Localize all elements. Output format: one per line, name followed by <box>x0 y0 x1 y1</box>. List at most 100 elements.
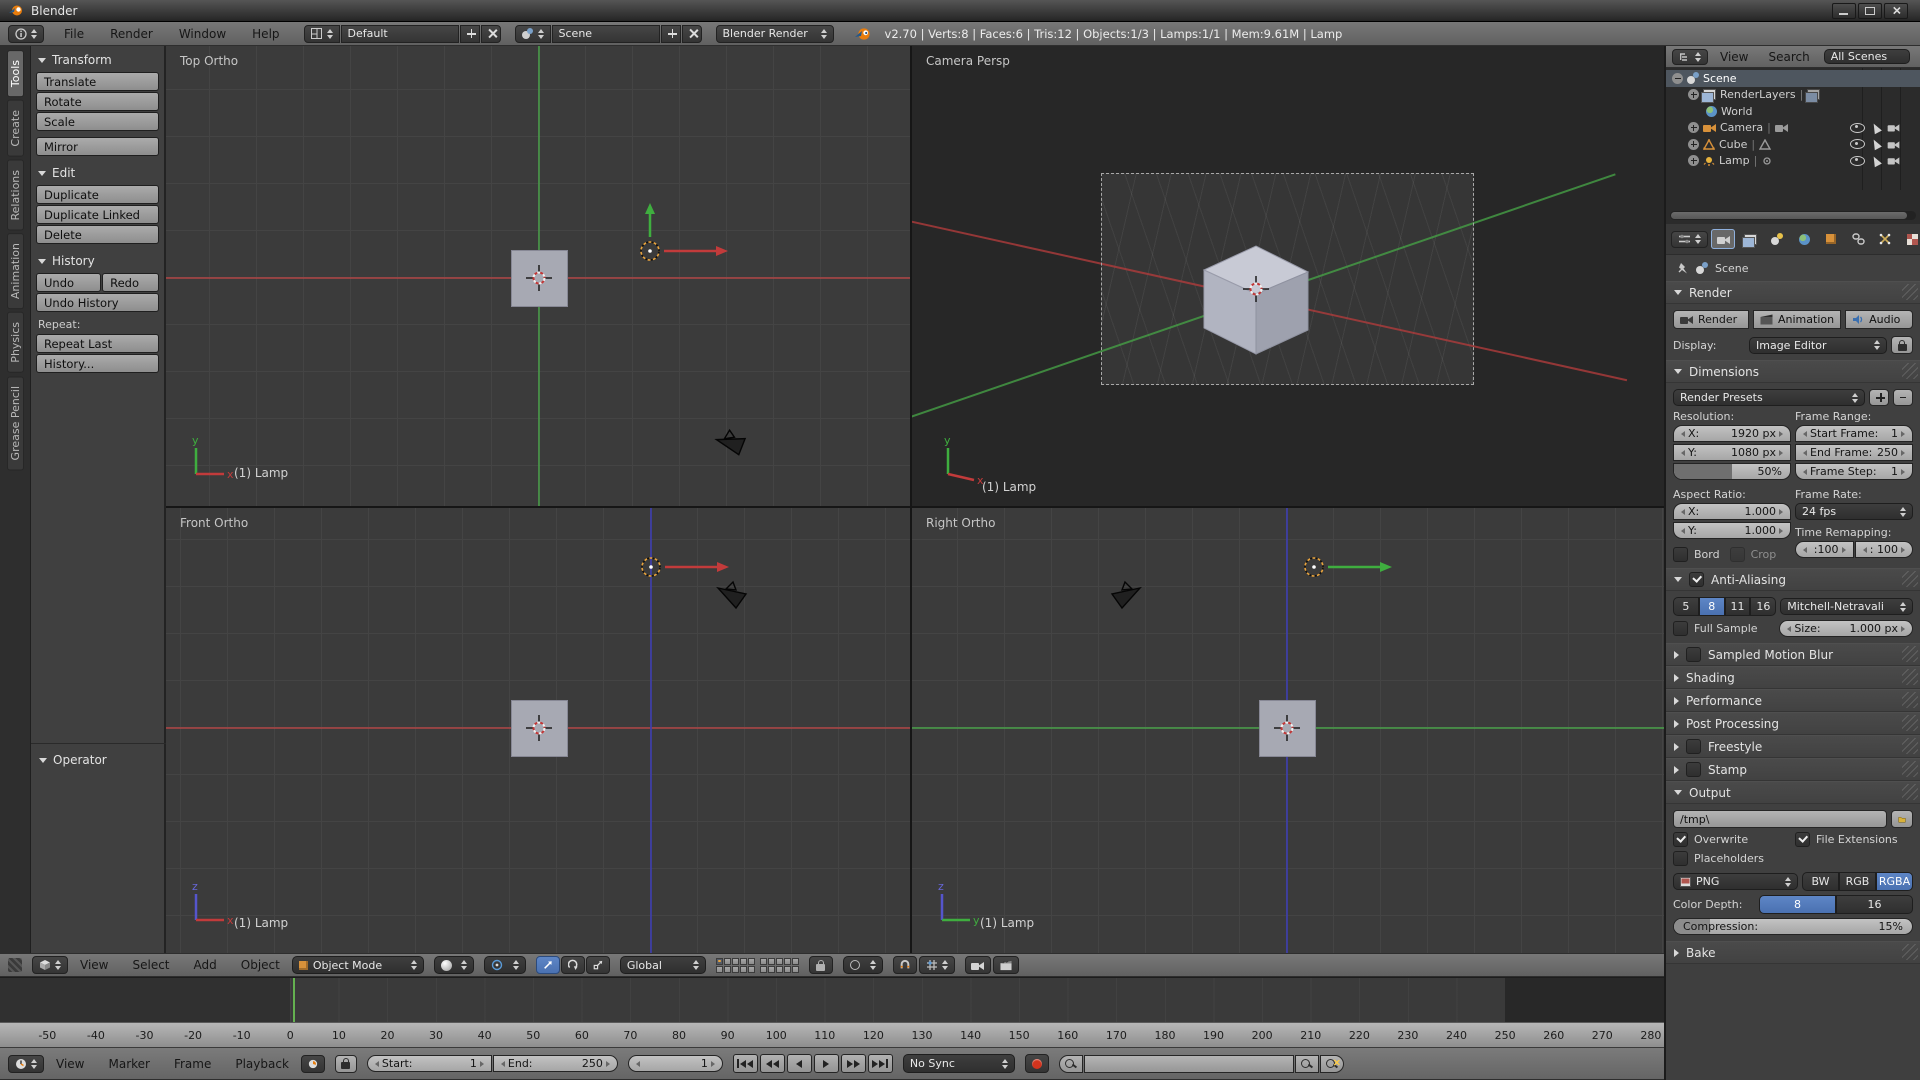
bake-panel-header[interactable]: Bake <box>1666 941 1920 964</box>
tab-object-data[interactable] <box>1873 229 1897 249</box>
dimensions-panel-header[interactable]: Dimensions <box>1666 360 1920 383</box>
preview-range-button[interactable] <box>301 1055 325 1073</box>
outliner-row-renderlayers[interactable]: RenderLayers| <box>1666 87 1920 104</box>
frame-step-field[interactable]: Frame Step:1 <box>1795 463 1913 480</box>
menu-item[interactable]: Search <box>1766 50 1811 64</box>
resolution-x-field[interactable]: X:1920 px <box>1673 425 1791 442</box>
screen-layout-name[interactable]: Default <box>341 25 459 43</box>
camera-object[interactable] <box>714 580 750 612</box>
shading-panel-header[interactable]: Shading <box>1666 666 1920 689</box>
layers-widget[interactable] <box>716 958 799 973</box>
manipulator-rotate-button[interactable] <box>561 956 585 974</box>
expand-icon[interactable] <box>1688 139 1699 150</box>
full-sample-checkbox[interactable] <box>1673 621 1688 636</box>
render-presets-selector[interactable]: Render Presets <box>1673 389 1865 406</box>
insert-keyframe-button[interactable] <box>1295 1055 1319 1073</box>
camera-object[interactable] <box>1108 580 1144 612</box>
outliner-row-lamp[interactable]: Lamp| <box>1666 153 1920 170</box>
antialiasing-panel-header[interactable]: Anti-Aliasing <box>1666 568 1920 591</box>
selectability-toggle[interactable] <box>1870 154 1882 167</box>
output-path-field[interactable]: /tmp\ <box>1673 810 1887 828</box>
camera-object[interactable] <box>711 424 754 464</box>
aspect-y-field[interactable]: Y:1.000 <box>1673 522 1791 539</box>
opengl-render-button[interactable] <box>965 956 991 974</box>
pin-icon[interactable] <box>1676 262 1689 275</box>
tab-animation[interactable]: Animation <box>7 233 24 309</box>
tab-scene[interactable] <box>1765 229 1789 249</box>
snap-element-selector[interactable] <box>919 956 955 974</box>
menu-item[interactable]: Object <box>239 958 282 972</box>
tab-render[interactable] <box>1711 229 1735 249</box>
undo-button[interactable]: Undo <box>36 273 101 292</box>
aa-samples-5[interactable]: 5 <box>1673 597 1699 616</box>
outliner-row-cube[interactable]: Cube| <box>1666 136 1920 153</box>
file-format-selector[interactable]: PNG <box>1673 873 1798 890</box>
stamp-panel-header[interactable]: Stamp <box>1666 758 1920 781</box>
menu-item[interactable]: Playback <box>233 1057 291 1071</box>
delete-keyframe-button[interactable] <box>1320 1055 1344 1073</box>
start-frame-field[interactable]: Start Frame:1 <box>1795 425 1913 442</box>
jump-to-end-button[interactable] <box>868 1054 893 1073</box>
history-button[interactable]: History... <box>36 354 159 373</box>
menu-item[interactable]: Add <box>192 958 219 972</box>
display-mode-selector[interactable]: Image Editor <box>1749 337 1887 354</box>
current-frame-field[interactable]: 1 <box>628 1055 723 1072</box>
tab-create[interactable]: Create <box>7 100 24 157</box>
scene-name[interactable]: Scene <box>552 25 660 43</box>
outliner-scrollbar[interactable] <box>1670 211 1916 220</box>
viewport-right-ortho[interactable]: z y (1) Lamp Right Ortho <box>912 508 1664 953</box>
render-audio-button[interactable]: Audio <box>1845 310 1913 329</box>
render-panel-header[interactable]: Render <box>1666 281 1920 304</box>
snap-toggle-button[interactable] <box>893 956 917 974</box>
redo-button[interactable]: Redo <box>102 273 159 292</box>
menu-item[interactable]: Window <box>177 27 228 41</box>
aa-size-field[interactable]: Size:1.000 px <box>1779 620 1913 637</box>
render-button[interactable]: Render <box>1673 310 1749 329</box>
mode-selector[interactable]: Object Mode <box>292 956 424 974</box>
timeline-playhead[interactable] <box>293 978 295 1023</box>
editor-type-selector-timeline[interactable] <box>8 1055 44 1073</box>
placeholders-checkbox[interactable] <box>1673 851 1688 866</box>
channels-rgba-button[interactable]: RGBA <box>1876 872 1913 891</box>
menu-item[interactable]: View <box>1718 50 1750 64</box>
transform-orientation-selector[interactable]: Global <box>620 956 706 974</box>
menu-item[interactable]: View <box>78 958 110 972</box>
timeline-band[interactable] <box>0 977 1664 1023</box>
performance-panel-header[interactable]: Performance <box>1666 689 1920 712</box>
end-frame-field[interactable]: End Frame:250 <box>1795 444 1913 461</box>
auto-keyframe-button[interactable] <box>1025 1054 1049 1073</box>
aa-filter-selector[interactable]: Mitchell-Netravali <box>1780 598 1913 615</box>
tab-texture[interactable] <box>1900 229 1920 249</box>
renderability-toggle[interactable] <box>1888 124 1900 132</box>
keying-set-icon-button[interactable] <box>1059 1055 1083 1073</box>
aa-samples-16[interactable]: 16 <box>1750 597 1776 616</box>
keying-set-field[interactable] <box>1084 1055 1294 1073</box>
render-animation-button[interactable]: Animation <box>1753 310 1841 329</box>
editor-type-selector-outliner[interactable] <box>1672 49 1708 65</box>
transform-panel-header[interactable]: Transform <box>38 53 157 67</box>
tab-grease-pencil[interactable]: Grease Pencil <box>7 376 24 470</box>
editor-type-selector-info[interactable] <box>8 25 44 43</box>
play-button[interactable] <box>814 1054 839 1073</box>
play-reverse-button[interactable] <box>787 1054 812 1073</box>
viewport-front-ortho[interactable]: z x (1) Lamp Front Ortho <box>166 508 910 953</box>
viewport-shading-selector[interactable] <box>434 956 474 974</box>
tab-constraints[interactable] <box>1846 229 1870 249</box>
viewport-camera-persp[interactable]: y x (1) Lamp Camera Persp <box>912 46 1664 506</box>
depth-16-button[interactable]: 16 <box>1836 895 1913 914</box>
lock-to-scene-button[interactable] <box>809 956 833 974</box>
tab-tools[interactable]: Tools <box>7 50 24 97</box>
compression-slider[interactable]: Compression: 15% <box>1673 918 1913 935</box>
menu-item[interactable]: File <box>62 27 86 41</box>
preset-remove-button[interactable] <box>1893 389 1913 406</box>
outliner-row-camera[interactable]: Camera| <box>1666 120 1920 137</box>
tab-physics[interactable]: Physics <box>7 312 24 373</box>
outliner-display-filter[interactable]: All Scenes <box>1824 49 1910 64</box>
next-keyframe-button[interactable] <box>841 1054 866 1073</box>
minimize-button[interactable] <box>1832 3 1856 19</box>
history-panel-header[interactable]: History <box>38 254 157 268</box>
expand-icon[interactable] <box>1688 122 1699 133</box>
undo-history-button[interactable]: Undo History <box>36 293 159 312</box>
file-extensions-checkbox[interactable] <box>1795 832 1810 847</box>
selectability-toggle[interactable] <box>1870 138 1882 151</box>
